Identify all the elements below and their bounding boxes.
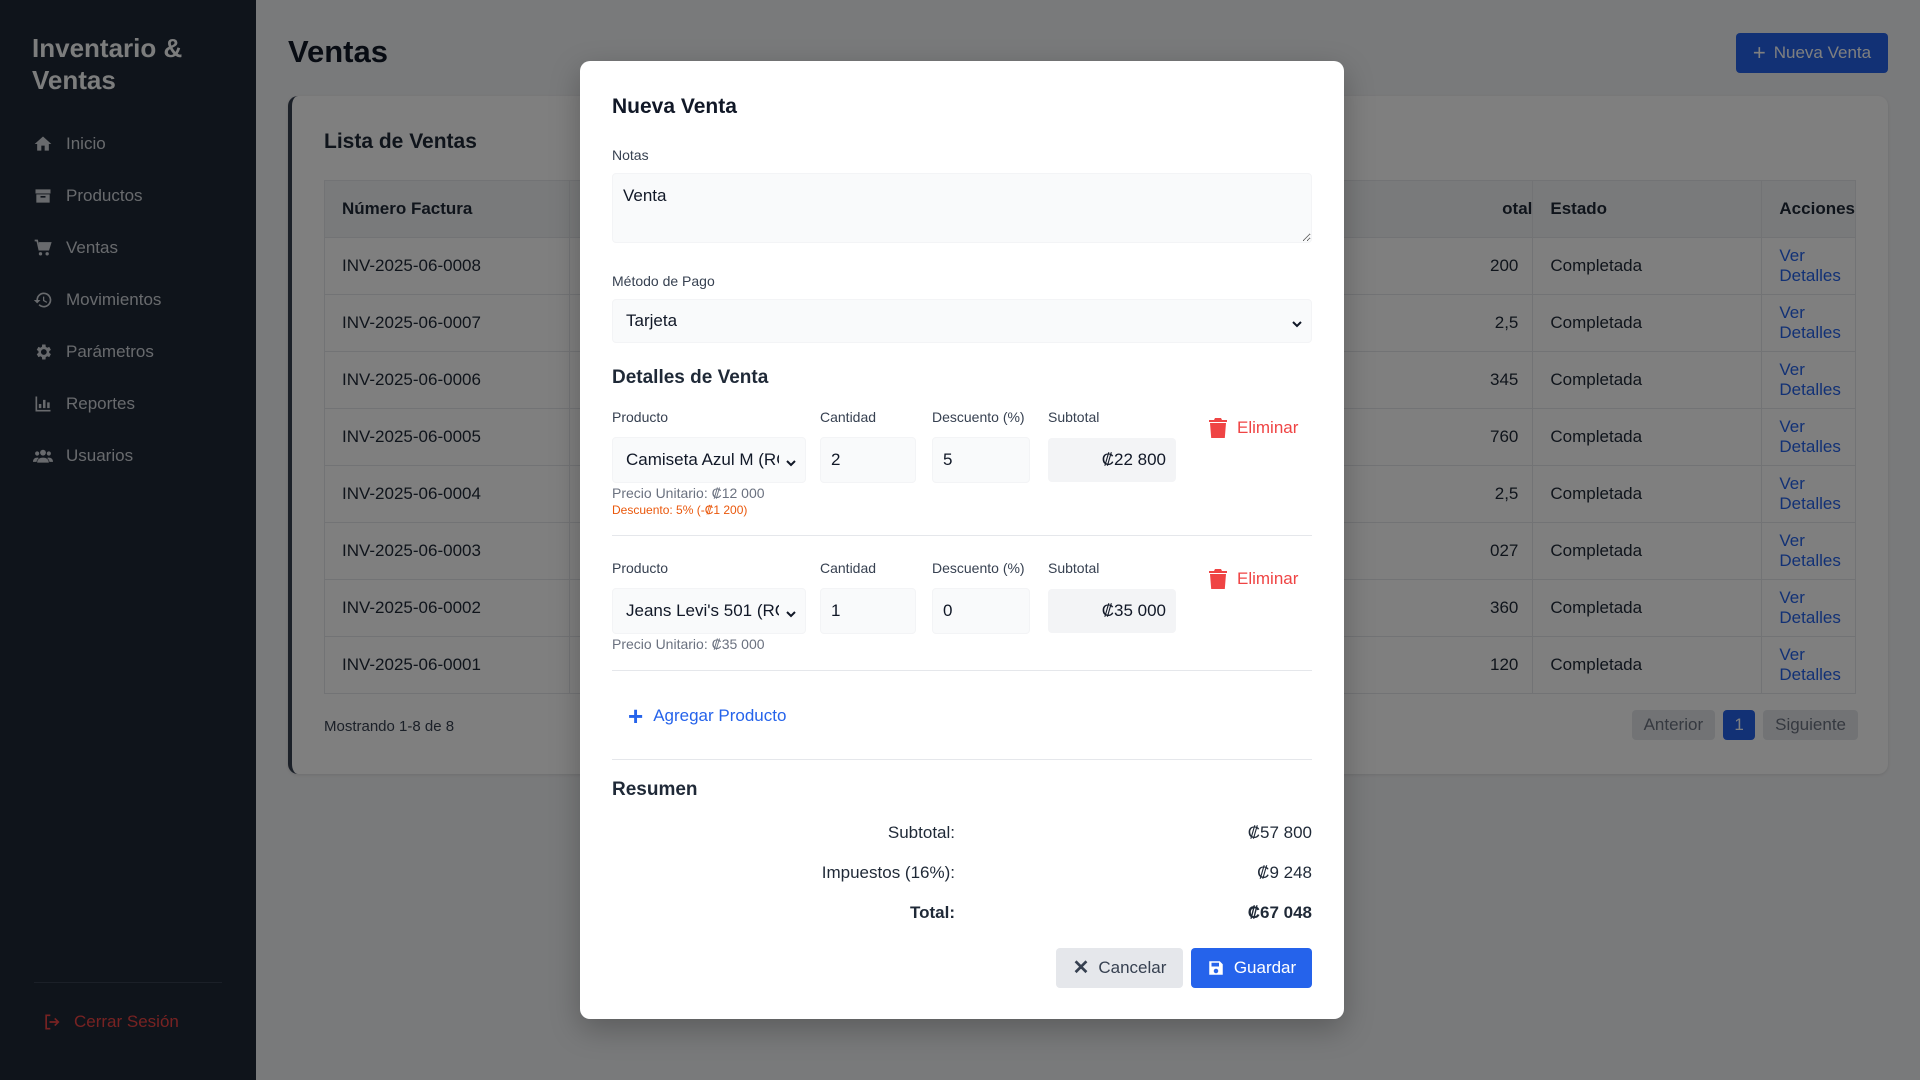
- cancel-label: Cancelar: [1098, 958, 1167, 977]
- new-sale-modal: Nueva Venta Notas Método de Pago Tarjeta…: [580, 61, 1344, 1019]
- product-label: Producto: [612, 560, 669, 576]
- summary-total-label: Total:: [909, 903, 955, 922]
- product-select[interactable]: Jeans Levi's 501 (RC: [612, 588, 806, 634]
- line-subtotal: ₡35 000: [1048, 589, 1176, 633]
- delete-label: Eliminar: [1237, 418, 1299, 437]
- summary-subtotal-label: Subtotal:: [887, 823, 955, 842]
- notes-textarea[interactable]: [612, 173, 1312, 243]
- product-select-value: Camiseta Azul M (RC: [626, 450, 779, 469]
- section-divider: [612, 759, 1312, 760]
- summary-tax-label: Impuestos (16%):: [821, 863, 955, 882]
- discount-input[interactable]: 5: [932, 437, 1030, 483]
- save-label: Guardar: [1233, 958, 1297, 977]
- delete-line-button[interactable]: Eliminar: [1209, 569, 1298, 589]
- chevron-down-icon: [785, 454, 797, 467]
- delete-line-button[interactable]: Eliminar: [1209, 418, 1298, 438]
- line-divider: [612, 670, 1312, 671]
- notes-label: Notas: [612, 147, 649, 163]
- trash-icon: [1209, 569, 1227, 589]
- plus-icon: +: [628, 701, 644, 731]
- subtotal-label: Subtotal: [1048, 560, 1100, 576]
- quantity-label: Cantidad: [820, 560, 877, 576]
- line-subtotal: ₡22 800: [1048, 438, 1176, 482]
- summary-subtotal-value: ₡57 800: [1247, 823, 1312, 842]
- discount-note: Descuento: 5% (-₡1 200): [612, 503, 748, 517]
- product-select[interactable]: Camiseta Azul M (RC: [612, 437, 806, 483]
- unit-price-note: Precio Unitario: ₡12 000: [612, 485, 765, 501]
- product-select-value: Jeans Levi's 501 (RC: [626, 601, 779, 620]
- cancel-button[interactable]: ✕ Cancelar: [1056, 948, 1183, 988]
- add-product-button[interactable]: + Agregar Producto: [628, 703, 786, 729]
- payment-method-label: Método de Pago: [612, 273, 715, 289]
- discount-input[interactable]: 0: [932, 588, 1030, 634]
- sale-details-title: Detalles de Venta: [612, 367, 769, 388]
- summary-tax-value: ₡9 248: [1257, 863, 1312, 882]
- add-product-label: Agregar Producto: [653, 706, 787, 725]
- summary-total-value: ₡67 048: [1247, 903, 1312, 922]
- modal-title: Nueva Venta: [612, 95, 737, 118]
- unit-price-note: Precio Unitario: ₡35 000: [612, 636, 765, 652]
- save-button[interactable]: Guardar: [1191, 948, 1312, 988]
- discount-label: Descuento (%): [932, 409, 1025, 425]
- chevron-down-icon: [785, 605, 797, 618]
- payment-method-select[interactable]: Tarjeta: [612, 299, 1312, 343]
- subtotal-label: Subtotal: [1048, 409, 1100, 425]
- payment-method-value: Tarjeta: [626, 311, 678, 330]
- line-divider: [612, 535, 1312, 536]
- product-label: Producto: [612, 409, 669, 425]
- chevron-down-icon: [1291, 315, 1303, 328]
- delete-label: Eliminar: [1237, 569, 1299, 588]
- quantity-input[interactable]: 2: [820, 437, 916, 483]
- discount-label: Descuento (%): [932, 560, 1025, 576]
- close-icon: ✕: [1072, 957, 1090, 979]
- quantity-input[interactable]: 1: [820, 588, 916, 634]
- quantity-label: Cantidad: [820, 409, 877, 425]
- summary-title: Resumen: [612, 779, 698, 800]
- trash-icon: [1209, 418, 1227, 438]
- save-icon: [1209, 961, 1223, 975]
